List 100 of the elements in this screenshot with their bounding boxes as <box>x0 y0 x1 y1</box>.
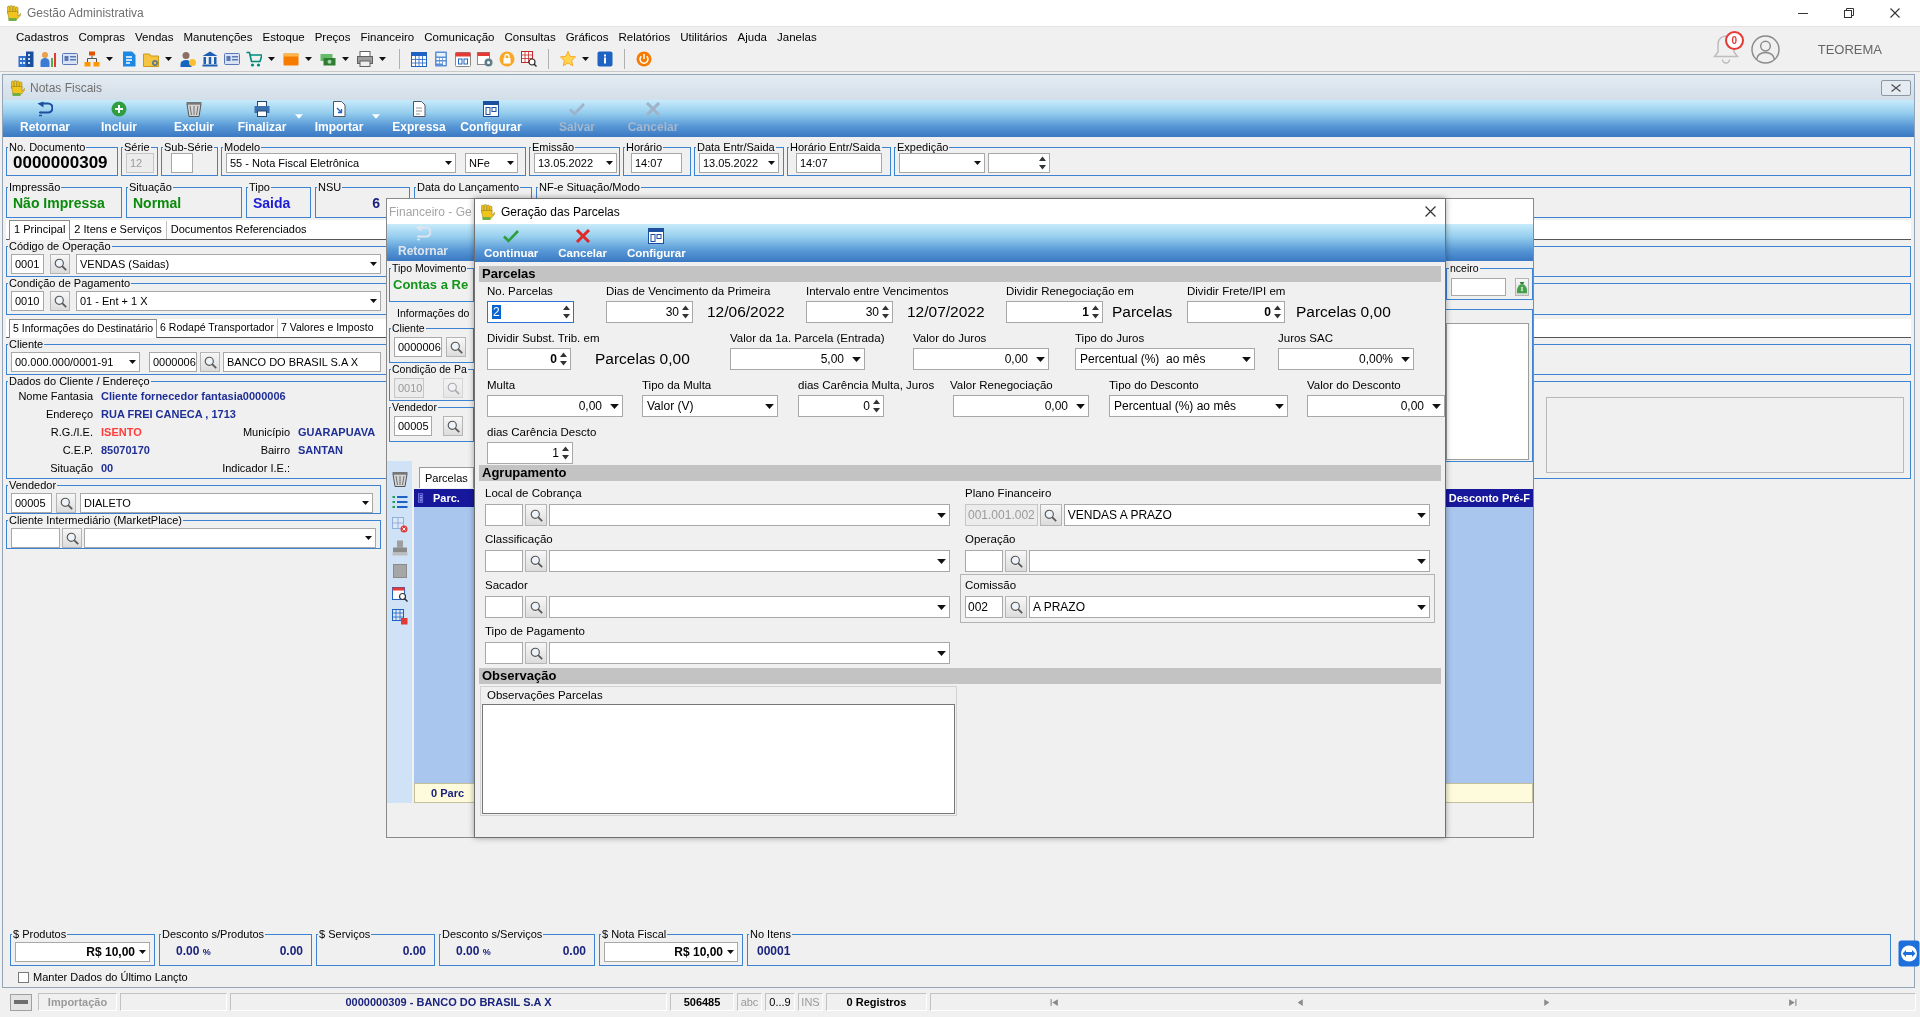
toggle-button[interactable] <box>10 993 32 1011</box>
menu-item[interactable]: Janelas <box>772 31 822 43</box>
info-icon[interactable] <box>597 51 613 67</box>
cart-icon[interactable] <box>246 51 262 67</box>
menu-item[interactable]: Ajuda <box>732 31 772 43</box>
last-record-icon[interactable] <box>1787 997 1797 1007</box>
folder-icon[interactable] <box>143 51 159 67</box>
table-search-icon[interactable] <box>521 51 537 67</box>
code-field[interactable]: 0000006 <box>149 352 197 372</box>
tab[interactable]: Documentos Referenciados <box>165 221 311 239</box>
caret-down-icon[interactable] <box>305 57 312 61</box>
close-icon[interactable] <box>1425 206 1436 217</box>
caret-down-icon[interactable] <box>379 57 386 61</box>
text-field[interactable]: BANCO DO BRASIL S.A X <box>223 352 381 372</box>
code-field[interactable]: 0010 <box>11 291 44 311</box>
menu-item[interactable]: Compras <box>73 31 131 43</box>
select-field[interactable]: A PRAZO <box>1029 596 1430 618</box>
id-card-icon[interactable] <box>62 51 78 67</box>
search-button[interactable] <box>525 550 547 572</box>
select-field[interactable]: VENDAS (Saidas) <box>76 254 381 274</box>
number-field[interactable]: 0,00 <box>913 348 1049 370</box>
person-coin-icon[interactable] <box>180 51 196 67</box>
number-field[interactable]: 0,00% <box>1278 348 1414 370</box>
menu-item[interactable]: Preços <box>309 31 356 43</box>
user-icon[interactable] <box>1750 34 1780 64</box>
text-field[interactable] <box>1451 278 1506 296</box>
number-field[interactable]: 0,00 <box>1307 395 1445 417</box>
previous-record-icon[interactable] <box>1295 997 1305 1007</box>
menu-item[interactable]: Gráficos <box>560 31 614 43</box>
search-button[interactable] <box>1005 596 1027 618</box>
search-button[interactable] <box>446 337 466 357</box>
caret-down-icon[interactable] <box>342 57 349 61</box>
select-field[interactable]: Valor (V) <box>642 395 778 417</box>
number-field[interactable]: 5,00 <box>730 348 865 370</box>
code-field[interactable]: 0000006 <box>394 337 442 357</box>
menu-item[interactable]: Relatórios <box>613 31 676 43</box>
stamp-icon[interactable] <box>391 540 408 556</box>
id-card-icon[interactable] <box>224 51 240 67</box>
select-field[interactable] <box>549 504 950 526</box>
number-field[interactable]: 0,00 <box>953 395 1089 417</box>
minimize-icon[interactable] <box>1798 12 1808 14</box>
buildings-icon[interactable] <box>18 51 34 67</box>
search-button[interactable] <box>62 528 82 548</box>
menu-item[interactable]: Comunicação <box>419 31 500 43</box>
menu-item[interactable]: Manutenções <box>178 31 258 43</box>
calendar-icon[interactable] <box>455 51 471 67</box>
power-icon[interactable] <box>636 51 652 67</box>
select-field[interactable] <box>549 642 950 664</box>
select-field[interactable] <box>899 153 985 173</box>
search-button[interactable] <box>50 254 70 274</box>
column-header[interactable]: Desconto Pré-F <box>1448 492 1530 504</box>
first-record-icon[interactable] <box>1049 997 1059 1007</box>
person-chart-icon[interactable] <box>40 51 56 67</box>
column-header[interactable]: Parc. <box>433 492 460 504</box>
text-field[interactable]: 14:07 <box>631 153 682 173</box>
code-field[interactable] <box>485 504 523 526</box>
list-box[interactable] <box>1446 323 1529 460</box>
caret-down-icon[interactable] <box>268 57 275 61</box>
code-field[interactable] <box>485 596 523 618</box>
calculator-icon[interactable] <box>433 51 449 67</box>
close-button[interactable] <box>1881 79 1911 96</box>
text-area[interactable] <box>482 704 955 814</box>
tab[interactable]: 5 Informações do Destinatário <box>9 319 158 338</box>
money-button[interactable] <box>1515 278 1529 296</box>
tab[interactable]: 1 Principal <box>9 220 71 240</box>
number-field[interactable]: 0,00 <box>487 395 623 417</box>
search-button[interactable] <box>525 596 547 618</box>
select-field[interactable]: NFe <box>465 153 518 173</box>
code-field[interactable] <box>11 528 60 548</box>
printer-icon[interactable] <box>357 51 373 67</box>
close-icon[interactable] <box>1890 8 1900 18</box>
code-field[interactable] <box>965 550 1003 572</box>
tab[interactable]: Parcelas <box>419 467 474 488</box>
select-field[interactable] <box>1029 550 1430 572</box>
select-field[interactable]: 13.05.2022 <box>699 153 779 173</box>
spin-field[interactable] <box>988 153 1050 173</box>
code-field[interactable] <box>485 642 523 664</box>
menu-item[interactable]: Utilitários <box>675 31 733 43</box>
checkbox[interactable] <box>18 971 29 983</box>
select-field[interactable]: R$ 10,00 <box>15 942 150 962</box>
select-field[interactable]: 01 - Ent + 1 X <box>76 291 381 311</box>
search-button[interactable] <box>525 504 547 526</box>
spin-field[interactable]: 30 <box>606 301 693 323</box>
menu-item[interactable]: Consultas <box>499 31 561 43</box>
text-field[interactable] <box>171 153 193 173</box>
spin-field[interactable]: 0 <box>798 395 884 417</box>
bank-icon[interactable] <box>202 51 218 67</box>
select-field[interactable]: DIALETO <box>80 493 373 513</box>
menu-item[interactable]: Vendas <box>130 31 179 43</box>
select-field[interactable]: Percentual (%) ao mês <box>1109 395 1288 417</box>
document-icon[interactable] <box>121 51 137 67</box>
code-field[interactable]: 0001 <box>11 254 44 274</box>
search-button[interactable] <box>50 291 70 311</box>
select-field[interactable]: 55 - Nota Fiscal Eletrônica <box>226 153 456 173</box>
menu-item[interactable]: Financeiro <box>355 31 420 43</box>
checkbox-label[interactable]: Manter Dados do Último Lançto <box>33 971 188 983</box>
star-icon[interactable] <box>560 51 576 67</box>
spin-field[interactable]: 1 <box>487 442 573 464</box>
box-icon[interactable] <box>283 51 299 67</box>
select-field[interactable] <box>549 596 950 618</box>
